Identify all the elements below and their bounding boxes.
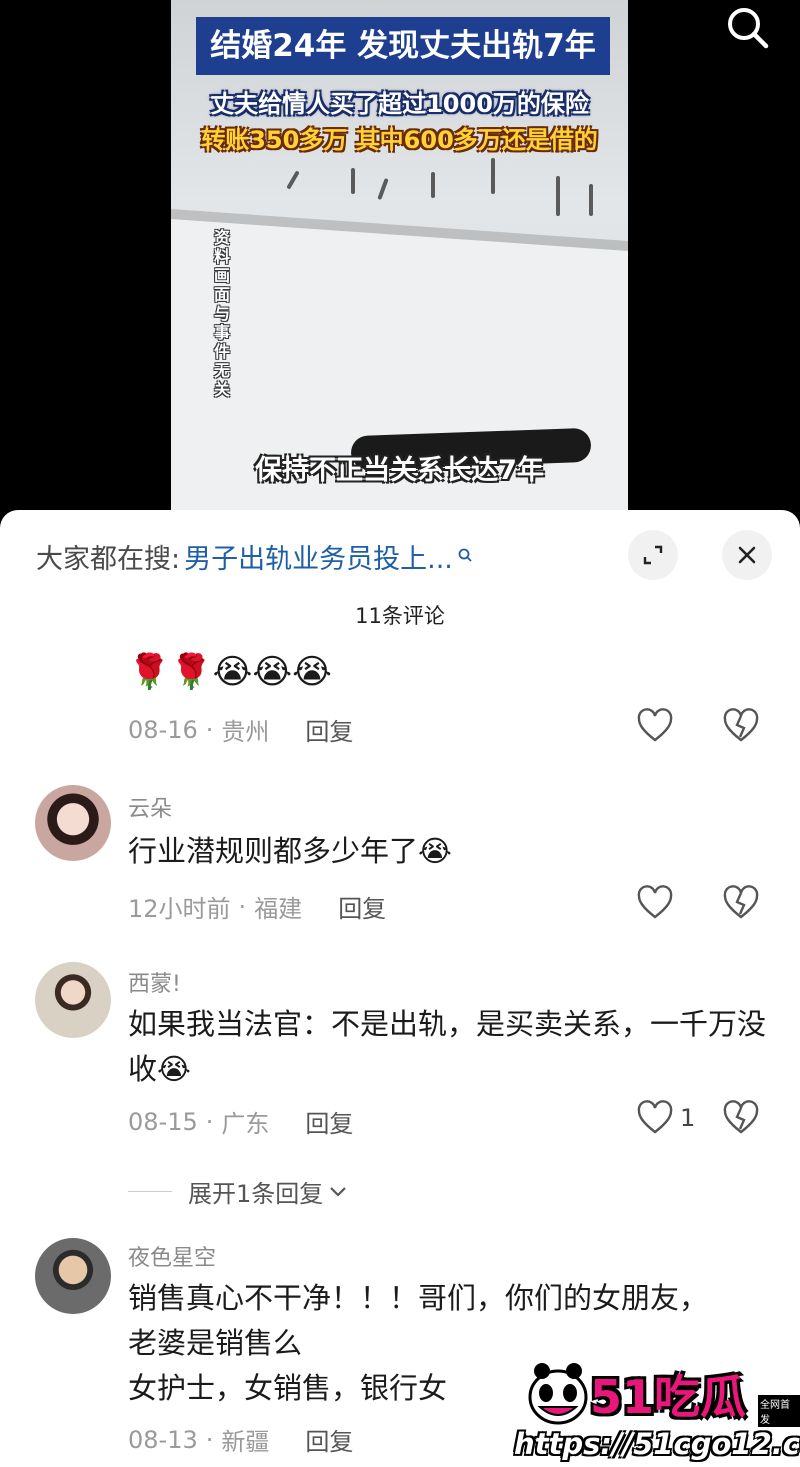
comment-meta: 08-16 · 贵州 回复 bbox=[128, 712, 353, 747]
video-frame-mark bbox=[377, 177, 389, 201]
expand-replies-button[interactable]: 展开1条回复 bbox=[128, 1174, 347, 1209]
comment-text: 行业潜规则都多少年了😭 bbox=[128, 834, 452, 868]
meta-separator: · bbox=[205, 1425, 214, 1454]
comment-username[interactable]: 西蒙! bbox=[128, 966, 181, 998]
avatar[interactable] bbox=[35, 785, 111, 861]
like-button[interactable] bbox=[636, 885, 674, 921]
comment-location: 新疆 bbox=[221, 1428, 270, 1456]
trending-search-link[interactable]: 男子出轨业务员投上... bbox=[184, 537, 453, 576]
comment-meta: 08-15 · 广东 回复 bbox=[128, 1104, 353, 1139]
expand-sheet-button[interactable] bbox=[628, 530, 678, 580]
reply-button[interactable]: 回复 bbox=[338, 889, 386, 924]
like-count: 1 bbox=[680, 1104, 696, 1132]
trending-search-prefix: 大家都在搜: bbox=[36, 543, 181, 575]
comment-sheet: 大家都在搜: 男子出轨业务员投上... 11条评论 🌹🌹😭😭😭 08-16 · … bbox=[0, 510, 800, 1467]
comment-meta: 08-13 · 新疆 回复 bbox=[128, 1422, 353, 1457]
broken-heart-icon bbox=[723, 885, 759, 919]
heart-icon bbox=[637, 885, 673, 919]
video-caption: 保持不正当关系长达7年 bbox=[255, 455, 544, 486]
comment-date: 12小时前 bbox=[128, 895, 231, 923]
dislike-button[interactable] bbox=[722, 885, 760, 925]
watermark-tag: 全网首发 bbox=[758, 1395, 800, 1427]
comment-location: 广东 bbox=[221, 1110, 270, 1138]
app-screen: 结婚24年 发现丈夫出轨7年 丈夫给情人买了超过1000万的保险 转账350多万… bbox=[0, 0, 800, 1467]
reply-button[interactable]: 回复 bbox=[305, 1422, 353, 1457]
avatar[interactable] bbox=[35, 962, 111, 1038]
video-title-banner: 结婚24年 发现丈夫出轨7年 bbox=[196, 17, 610, 75]
broken-heart-icon bbox=[723, 708, 759, 742]
watermark-mascot-icon bbox=[528, 1363, 588, 1425]
broken-heart-icon bbox=[723, 1100, 759, 1134]
like-button[interactable] bbox=[636, 708, 674, 744]
comment-date: 08-13 bbox=[128, 1425, 198, 1454]
dislike-button[interactable] bbox=[722, 1100, 760, 1140]
comment-text: 🌹🌹😭😭😭 bbox=[128, 652, 332, 692]
heart-icon bbox=[637, 1100, 673, 1134]
reply-button[interactable]: 回复 bbox=[305, 712, 353, 747]
comment-location: 贵州 bbox=[221, 718, 270, 746]
video-frame-mark bbox=[491, 158, 495, 194]
comment-date: 08-15 bbox=[128, 1107, 198, 1136]
video-frame-mark bbox=[351, 168, 355, 194]
watermark: 51吃瓜 全网首发 https://51cgo12.com bbox=[508, 1355, 800, 1467]
comment-text-line: 销售真心不干净！！！哥们，你们的女朋友， bbox=[128, 1281, 709, 1315]
comment-meta: 12小时前 · 福建 回复 bbox=[128, 889, 386, 924]
search-button[interactable] bbox=[720, 0, 776, 56]
avatar[interactable] bbox=[35, 1238, 111, 1314]
expand-icon bbox=[643, 545, 663, 565]
expand-replies-label: 展开1条回复 bbox=[188, 1180, 324, 1208]
comment-location: 福建 bbox=[254, 895, 303, 923]
meta-separator: · bbox=[238, 892, 247, 921]
dislike-button[interactable] bbox=[722, 708, 760, 748]
video-frame-mark bbox=[286, 170, 300, 190]
meta-separator: · bbox=[205, 1107, 214, 1136]
search-icon bbox=[458, 548, 472, 562]
video-subtitle-2: 转账350多万 其中600多万还是借的 bbox=[201, 126, 598, 154]
comment-count: 11条评论 bbox=[355, 604, 445, 628]
watermark-logo: 51吃瓜 bbox=[590, 1370, 747, 1424]
chevron-down-icon bbox=[330, 1186, 347, 1197]
expand-divider bbox=[128, 1191, 172, 1192]
comment-text: 如果我当法官：不是出轨，是买卖关系，一千万没收😭 bbox=[128, 1007, 767, 1086]
video-frame-mark bbox=[589, 184, 593, 216]
video-frame-mark bbox=[431, 172, 435, 198]
comment-date: 08-16 bbox=[128, 715, 198, 744]
reply-button[interactable]: 回复 bbox=[305, 1104, 353, 1139]
watermark-url: https://51cgo12.com bbox=[514, 1427, 800, 1461]
comment-username[interactable]: 夜色星空 bbox=[128, 1240, 216, 1272]
video-disclaimer: 资料画面与事件无关 bbox=[213, 228, 230, 399]
video-frame-mark bbox=[556, 176, 560, 216]
trending-search-bar[interactable]: 大家都在搜: 男子出轨业务员投上... bbox=[36, 536, 473, 576]
video-subtitle-1: 丈夫给情人买了超过1000万的保险 bbox=[210, 90, 589, 118]
video-player[interactable]: 结婚24年 发现丈夫出轨7年 丈夫给情人买了超过1000万的保险 转账350多万… bbox=[171, 0, 628, 512]
comment-username[interactable]: 云朵 bbox=[128, 791, 172, 823]
heart-icon bbox=[637, 708, 673, 742]
search-icon bbox=[728, 8, 769, 49]
close-sheet-button[interactable] bbox=[722, 530, 772, 580]
like-button[interactable]: 1 bbox=[636, 1100, 695, 1136]
close-icon bbox=[738, 546, 756, 564]
meta-separator: · bbox=[205, 715, 214, 744]
